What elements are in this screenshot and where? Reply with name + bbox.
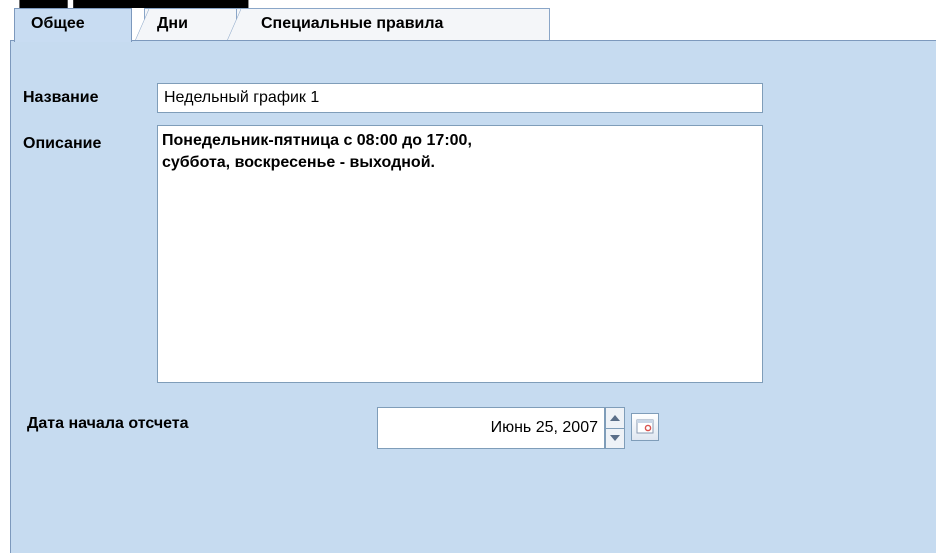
date-spinner bbox=[605, 407, 625, 449]
tab-special-rules-label: Специальные правила bbox=[261, 15, 444, 32]
calendar-icon bbox=[636, 419, 654, 434]
arrow-up-icon bbox=[610, 415, 620, 421]
general-panel: Название Описание Понедельник-пятница с … bbox=[10, 40, 936, 553]
arrow-down-icon bbox=[610, 435, 620, 441]
spinner-down-button[interactable] bbox=[606, 428, 624, 448]
cut-off-title-text: ▆▆▆ ▆▆▆▆▆▆▆▆▆▆▆ bbox=[20, 0, 248, 8]
tab-general[interactable]: Общее bbox=[14, 8, 132, 42]
description-field[interactable]: Понедельник-пятница с 08:00 до 17:00, су… bbox=[157, 125, 763, 383]
start-date-field[interactable] bbox=[377, 407, 605, 449]
spinner-up-button[interactable] bbox=[606, 408, 624, 429]
title-fragment: ▆▆▆ ▆▆▆▆▆▆▆▆▆▆▆ bbox=[0, 0, 936, 8]
calendar-button[interactable] bbox=[631, 413, 659, 441]
tab-special-rules[interactable]: Специальные правила bbox=[227, 8, 550, 41]
tab-days-label: Дни bbox=[157, 15, 188, 32]
description-label: Описание bbox=[23, 135, 102, 152]
name-field[interactable] bbox=[157, 83, 763, 113]
name-label: Название bbox=[23, 89, 99, 106]
start-date-label: Дата начала отсчета bbox=[27, 415, 189, 432]
tab-strip: Общее Дни Специальные правила bbox=[14, 8, 936, 42]
tab-general-label: Общее bbox=[31, 15, 85, 32]
